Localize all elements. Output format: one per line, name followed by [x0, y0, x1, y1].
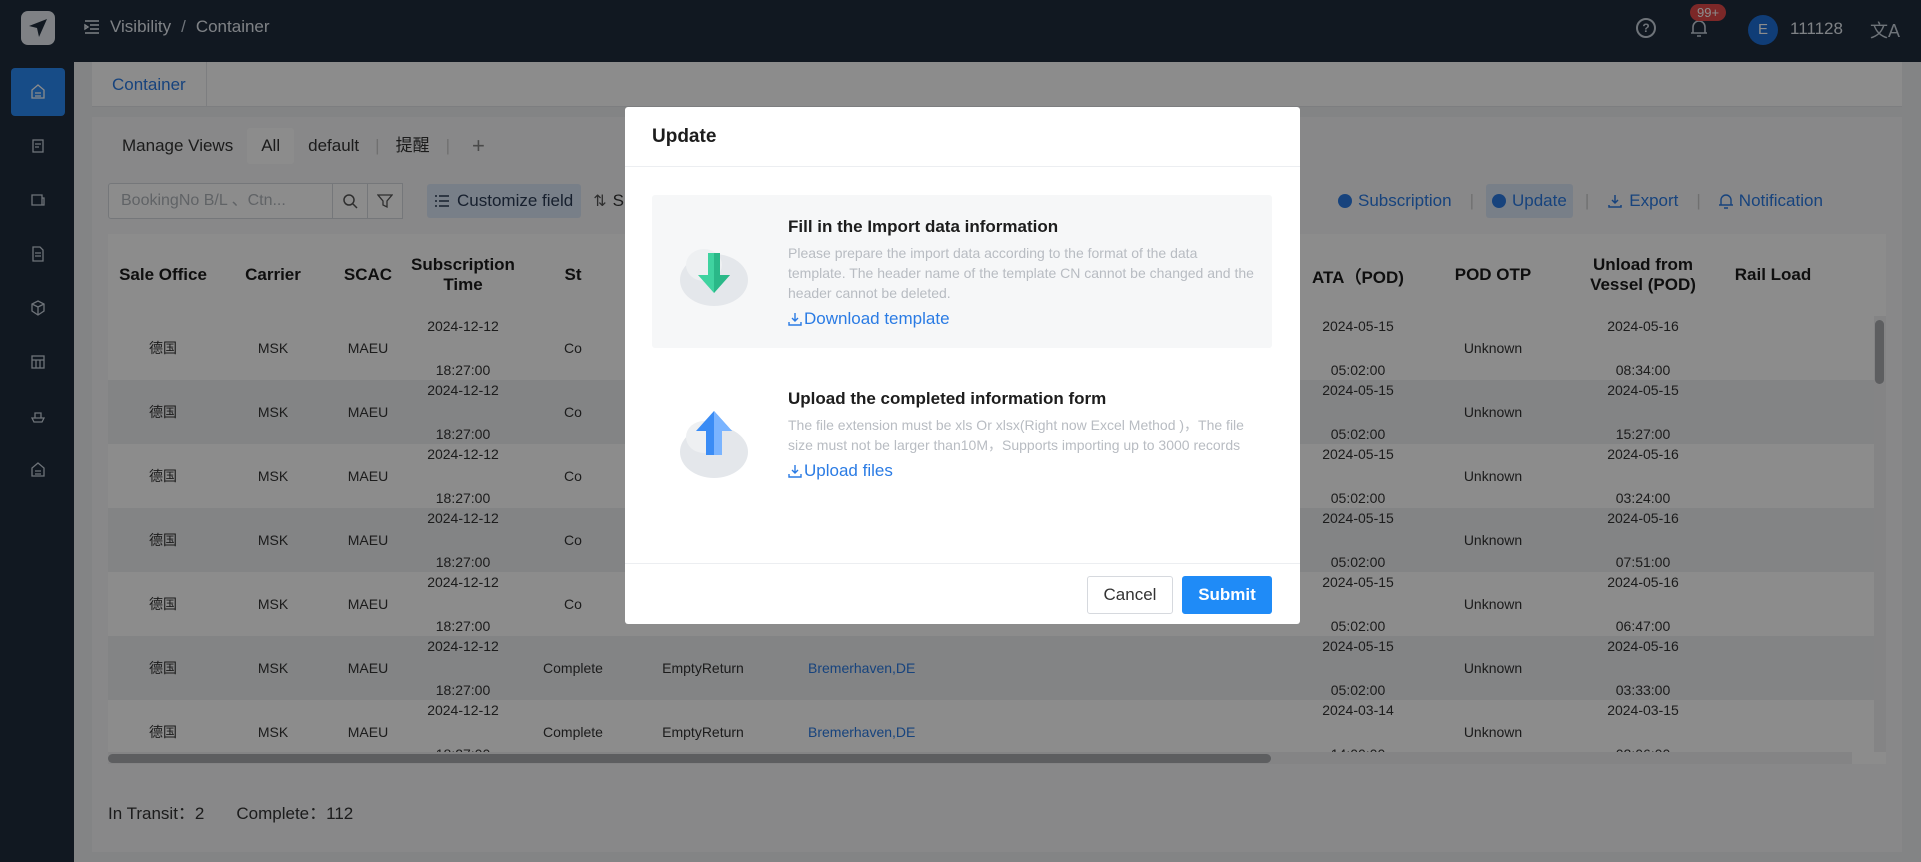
download-template-link[interactable]: Download template [788, 309, 1258, 329]
import-info-text: Fill in the Import data information Plea… [788, 217, 1258, 329]
upload-icon [788, 465, 802, 478]
step2-title: Upload the completed information form [788, 389, 1107, 408]
download-template-label: Download template [804, 309, 950, 328]
cloud-upload-icon [680, 411, 748, 478]
submit-button[interactable]: Submit [1182, 576, 1272, 614]
download-icon [788, 313, 802, 326]
upload-files-link[interactable]: Upload files [788, 461, 1258, 481]
update-modal: Update Fill in the Import data informati… [625, 107, 1300, 624]
upload-files-label: Upload files [804, 461, 893, 480]
step1-title: Fill in the Import data information [788, 217, 1059, 236]
modal-footer: Cancel Submit [625, 563, 1300, 624]
cloud-download-icon [680, 249, 748, 306]
step1-description: Please prepare the import data according… [788, 245, 1254, 301]
import-info-step: Fill in the Import data information Plea… [652, 195, 1272, 348]
step2-description: The file extension must be xls Or xlsx(R… [788, 417, 1244, 453]
modal-title: Update [625, 107, 1300, 167]
upload-step: Upload the completed information form Th… [652, 367, 1272, 520]
upload-text: Upload the completed information form Th… [788, 389, 1258, 481]
cancel-button[interactable]: Cancel [1087, 576, 1173, 614]
